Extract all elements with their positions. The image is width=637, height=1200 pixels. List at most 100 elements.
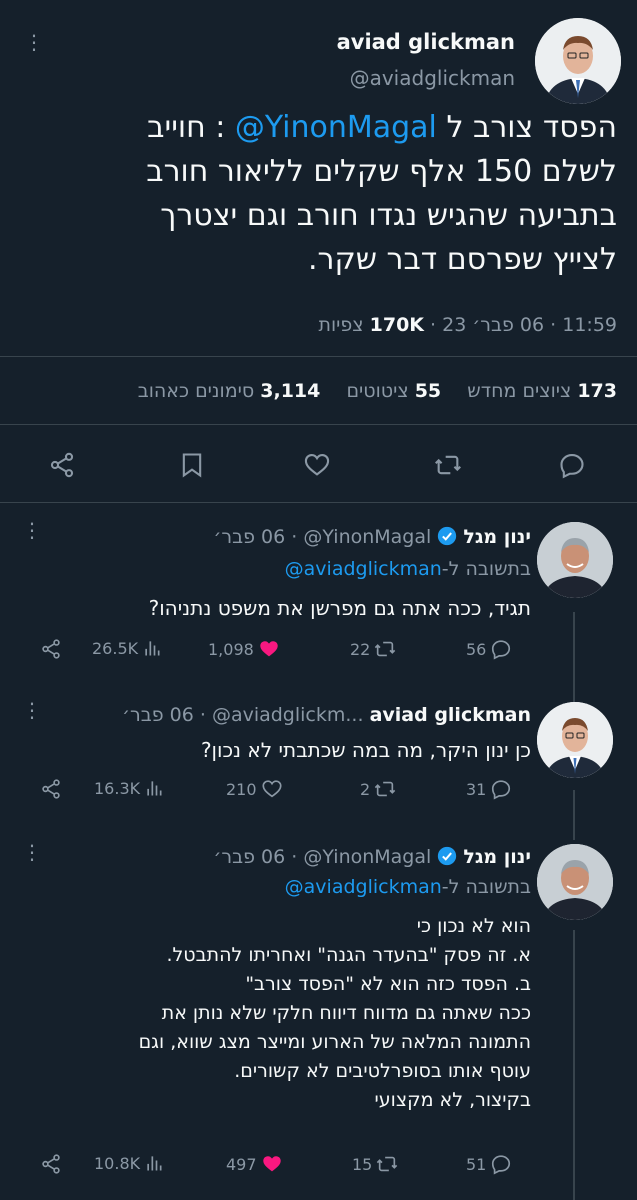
retweet-icon [377, 1156, 398, 1172]
like-icon [260, 641, 278, 657]
more-icon[interactable]: ⋮ [24, 32, 44, 52]
share-button[interactable] [40, 1153, 62, 1175]
likes-count: 1,098 [208, 639, 254, 659]
author-handle[interactable]: @YinonMagal [303, 526, 431, 548]
reply-button[interactable]: 56 [466, 638, 512, 660]
thread-line [573, 790, 575, 840]
like-icon[interactable] [303, 451, 331, 479]
views-icon [147, 1156, 162, 1171]
tweet-date[interactable]: 06 פבר׳ [122, 704, 194, 726]
views-label: צפיות [318, 314, 364, 336]
views-count: 26.5K [92, 638, 139, 658]
tweet-date[interactable]: 06 פבר׳ 23 [442, 314, 544, 336]
reply-text-line: התמונה המלאה של הארוע ומייצר מצג שווא, ו… [138, 1031, 531, 1053]
reply-icon [492, 640, 511, 660]
share-icon [42, 639, 60, 659]
reply-text-line: כן ינון היקר, מה במה שכתבתי לא נכון? [200, 738, 531, 762]
reply-header: ינון מגל @YinonMagal · 06 פבר׳ [213, 846, 531, 868]
tweet-time[interactable]: 11:59 [562, 314, 617, 336]
share-button[interactable] [40, 638, 62, 660]
tweet-date[interactable]: 06 פבר׳ [214, 846, 286, 868]
reply-text-line: בקיצור, לא מקצועי [374, 1089, 531, 1111]
mention-link[interactable]: @YinonMagal [235, 110, 437, 145]
retweet-button[interactable]: 15 [352, 1153, 398, 1175]
reply-header: aviad glickman @aviadglickm... · 06 פבר׳ [122, 704, 531, 726]
author-handle[interactable]: @aviadglickm... [212, 704, 364, 726]
reply-text: הוא לא נכון כי א. זה פסק "בהעדר הגנה" וא… [11, 912, 531, 1115]
retweets-stat[interactable]: 173 ציוצים מחדש [467, 380, 617, 402]
author-handle[interactable]: @aviadglickman [350, 66, 515, 90]
reply-button[interactable]: 31 [466, 778, 512, 800]
share-icon [42, 1154, 60, 1174]
author-name[interactable]: aviad glickman [370, 704, 531, 726]
author-name[interactable]: ינון מגל [463, 526, 531, 548]
views-button[interactable]: 16.3K [94, 778, 164, 798]
reply-text-line: עוטף אותו בסופרלטיבים לא קשורים. [234, 1060, 531, 1082]
thread-line [573, 612, 575, 702]
avatar[interactable] [537, 844, 613, 920]
verified-icon [437, 526, 457, 546]
more-icon[interactable]: ⋮ [22, 520, 42, 540]
avatar[interactable] [535, 18, 621, 104]
retweet-button[interactable]: 22 [350, 638, 396, 660]
more-icon[interactable]: ⋮ [22, 700, 42, 720]
retweets-count: 15 [352, 1154, 373, 1174]
avatar[interactable] [537, 702, 613, 778]
retweet-icon [374, 781, 396, 797]
verified-icon [437, 846, 457, 866]
views-button[interactable]: 26.5K [92, 638, 162, 658]
reply-text-line: ב. הפסד כזה הוא לא "הפסד צורב" [245, 973, 531, 995]
replies-count: 31 [466, 779, 487, 799]
reply-button[interactable]: 51 [466, 1153, 512, 1175]
mention-link[interactable]: @aviadglickman [285, 558, 442, 580]
retweets-count: 2 [360, 779, 371, 799]
reply-text-line: ככה שאתה גם מדווח דיווח חלקי שלא נותן את [161, 1002, 531, 1024]
reply-text-line: א. זה פסק "בהעדר הגנה" ואחריתו להתבטל. [166, 944, 531, 966]
views-icon [145, 641, 160, 656]
likes-stat[interactable]: 3,114 סימונים כאהוב [138, 380, 321, 402]
like-button[interactable]: 1,098 [208, 638, 280, 660]
retweet-icon[interactable] [434, 451, 462, 479]
mention-link[interactable]: @aviadglickman [285, 876, 442, 898]
replying-prefix: בתשובה ל- [441, 558, 531, 580]
divider [0, 502, 637, 503]
like-button[interactable]: 497 [226, 1153, 283, 1175]
replying-prefix: בתשובה ל- [441, 876, 531, 898]
retweets-count: 22 [350, 639, 371, 659]
tweet-text-part: : חוייב [147, 110, 235, 145]
views-count: 10.8K [94, 1153, 141, 1173]
reply-icon[interactable] [558, 451, 586, 479]
like-icon [262, 1156, 281, 1172]
bookmark-icon[interactable] [178, 451, 206, 479]
reply-text: כן ינון היקר, מה במה שכתבתי לא נכון? [31, 736, 531, 764]
tweet-text: הפסד צורב ל @YinonMagal : חוייב לשלם 150… [17, 106, 617, 282]
likes-count: 210 [226, 779, 257, 799]
retweet-button[interactable]: 2 [360, 778, 396, 800]
more-icon[interactable]: ⋮ [22, 842, 42, 862]
views-icon [147, 781, 162, 796]
views-button[interactable]: 10.8K [94, 1153, 164, 1173]
quotes-stat[interactable]: 55 ציטוטים [346, 380, 441, 402]
replying-to: בתשובה ל-@aviadglickman [285, 876, 531, 898]
tweet-meta: 11:59 · 06 פבר׳ 23 · 170K צפיות [318, 314, 617, 336]
reply-icon [492, 780, 511, 800]
author-name[interactable]: ינון מגל [463, 846, 531, 868]
like-icon [262, 780, 282, 798]
reply-text: תגיד, ככה אתה גם מפרשן את משפט נתניהו? [31, 594, 531, 622]
reply-header: ינון מגל @YinonMagal · 06 פבר׳ [213, 526, 531, 548]
share-icon[interactable] [48, 451, 76, 479]
likes-count: 497 [226, 1154, 257, 1174]
like-button[interactable]: 210 [226, 778, 283, 800]
share-button[interactable] [40, 778, 62, 800]
replies-count: 56 [466, 639, 487, 659]
author-name[interactable]: aviad glickman [337, 30, 515, 54]
tweet-text-line: לצייץ שפרסם דבר שקר. [307, 242, 617, 277]
tweet-date[interactable]: 06 פבר׳ [214, 526, 286, 548]
divider [0, 424, 637, 425]
share-icon [42, 779, 60, 799]
divider [0, 356, 637, 357]
reply-icon [492, 1155, 511, 1175]
author-handle[interactable]: @YinonMagal [303, 846, 431, 868]
avatar[interactable] [537, 522, 613, 598]
tweet-text-line: לשלם 150 אלף שקלים לליאור חורב [146, 154, 617, 189]
